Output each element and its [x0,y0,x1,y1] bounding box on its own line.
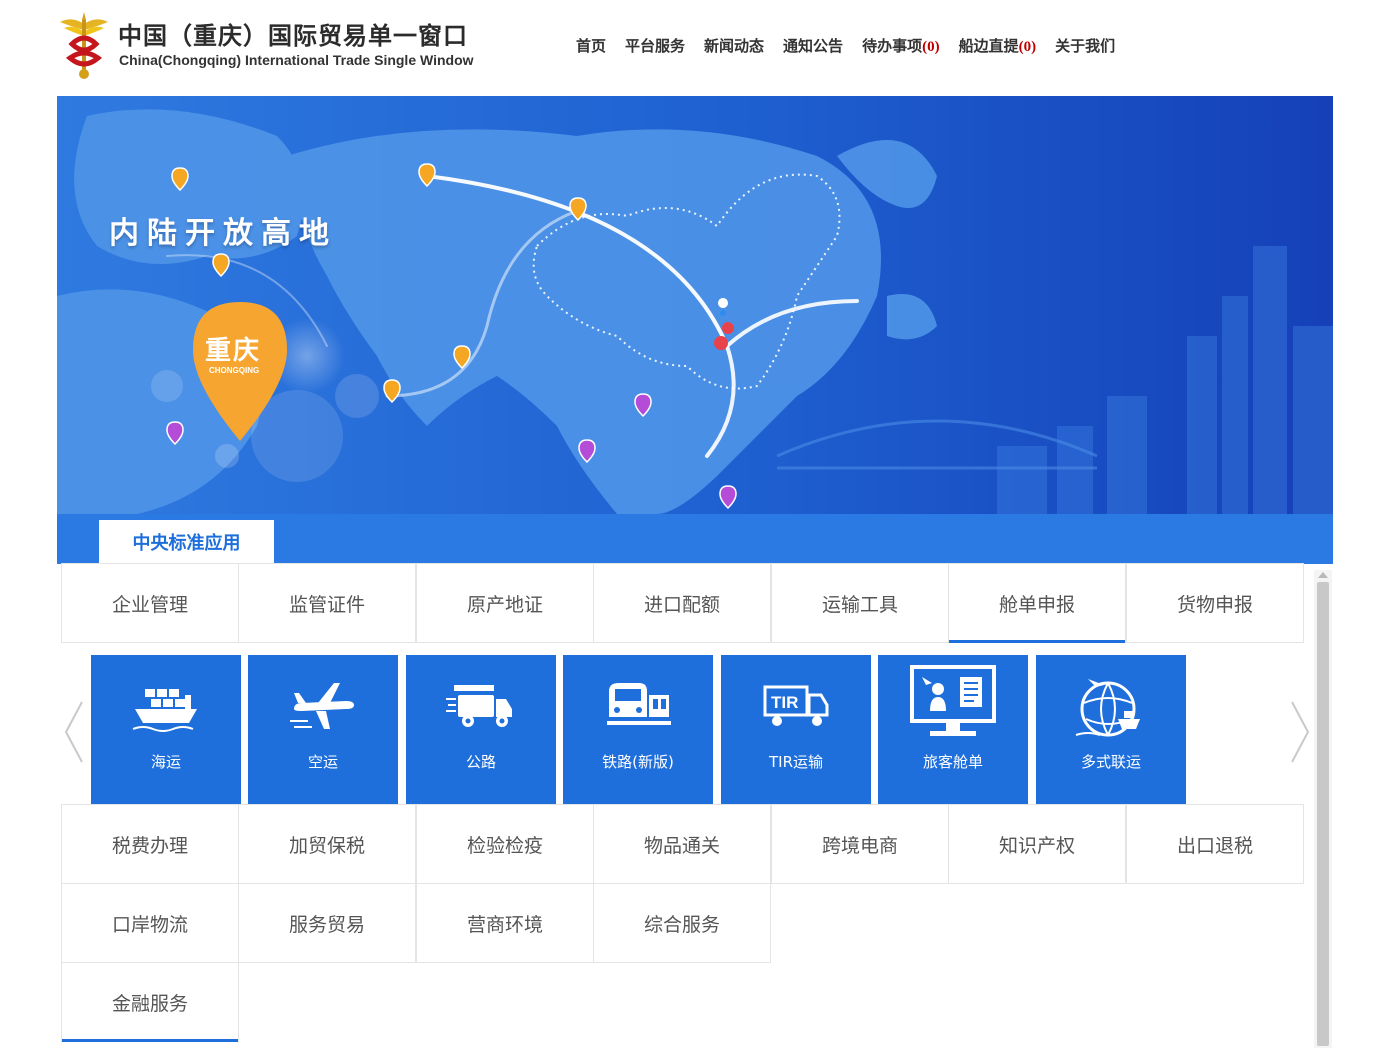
category-goods-clearance[interactable]: 物品通关 [593,804,771,884]
ship-icon [132,689,197,732]
category-enterprise-management[interactable]: 企业管理 [61,563,239,643]
nav-notices-label: 通知公告 [783,37,844,55]
tab-central-standard-apps-label: 中央标准应用 [132,533,241,554]
nav-news[interactable]: 新闻动态 [704,35,764,56]
category-inspection-quarantine[interactable]: 检验检疫 [416,804,594,884]
carousel-next-arrow[interactable] [1288,700,1312,764]
tile-multimodal-transport-label: 多式联运 [1080,753,1141,771]
tab-central-standard-apps[interactable]: 中央标准应用 [99,520,274,564]
tile-tir-transport-label: TIR运输 [768,753,823,771]
category-service-trade[interactable]: 服务贸易 [238,883,416,963]
airplane-icon [290,683,354,729]
section-tab-bar: 中央标准应用 [57,514,1333,564]
nav-todo-label: 待办事项 [862,37,923,55]
tile-passenger-manifest[interactable]: 旅客舱单 [878,655,1028,804]
world-map-illustration [57,96,1333,514]
nav-about-us-label: 关于我们 [1055,37,1116,55]
category-comprehensive-services[interactable]: 综合服务 [593,883,771,963]
tile-air-freight[interactable]: 空运 [248,655,398,804]
category-transport-vehicles[interactable]: 运输工具 [771,563,949,643]
scroll-up-arrow-icon[interactable] [1318,572,1328,578]
nav-home-label: 首页 [576,37,607,55]
site-title: 中国（重庆）国际贸易单一窗口 [118,22,468,50]
scrollbar-thumb[interactable] [1317,582,1329,1046]
nav-about-us[interactable]: 关于我们 [1055,35,1115,56]
nav-todo[interactable]: 待办事项(0) [862,35,940,56]
tir-truck-icon: TIR [763,685,829,726]
nav-platform-services[interactable]: 平台服务 [625,35,685,56]
tile-tir-transport[interactable]: TIR TIR运输 [721,655,871,804]
shipside-count-badge: (0) [1018,39,1037,55]
banner-slogan: 内陆开放高地 [109,216,337,251]
nav-home[interactable]: 首页 [576,35,606,56]
category-financial-services[interactable]: 金融服务 [61,962,239,1042]
category-tax-payment[interactable]: 税费办理 [61,804,239,884]
site-title-english: China(Chongqing) International Trade Sin… [119,52,474,68]
chongqing-label: 重庆 [205,336,262,366]
tile-road-freight[interactable]: 公路 [406,655,556,804]
chongqing-label-english: CHONGQING [209,366,260,375]
tile-rail-freight-new[interactable]: 铁路(新版) [563,655,713,804]
truck-icon [446,685,512,727]
todo-count-badge: (0) [922,39,940,55]
category-cross-border-ecommerce[interactable]: 跨境电商 [771,804,949,884]
category-business-environment[interactable]: 营商环境 [416,883,594,963]
nav-notices[interactable]: 通知公告 [783,35,843,56]
site-header: 中国（重庆）国际贸易单一窗口 China(Chongqing) Internat… [0,0,1400,96]
tir-icon-text: TIR [771,693,798,712]
scrollbar[interactable] [1314,570,1332,1048]
category-processing-trade-bonded[interactable]: 加贸保税 [238,804,416,884]
tile-sea-freight-label: 海运 [150,753,181,771]
tile-road-freight-label: 公路 [465,753,496,771]
chevron-left-icon [64,701,83,763]
tile-rail-freight-new-label: 铁路(新版) [602,753,674,771]
carousel-prev-arrow[interactable] [62,700,86,764]
tile-multimodal-transport[interactable]: 多式联运 [1036,655,1186,804]
category-port-logistics[interactable]: 口岸物流 [61,883,239,963]
nav-shipside-pickup-label: 船边直提 [958,37,1019,55]
customs-emblem-logo[interactable] [56,8,112,80]
category-import-quota[interactable]: 进口配额 [593,563,771,643]
tile-air-freight-label: 空运 [307,753,338,771]
category-goods-declaration[interactable]: 货物申报 [1126,563,1304,643]
category-certificate-of-origin[interactable]: 原产地证 [416,563,594,643]
tile-passenger-manifest-label: 旅客舱单 [922,753,983,771]
category-manifest-declaration[interactable]: 舱单申报 [948,563,1126,643]
category-intellectual-property[interactable]: 知识产权 [948,804,1126,884]
nav-platform-services-label: 平台服务 [625,37,686,55]
multimodal-globe-icon [1075,679,1140,737]
passenger-monitor-icon [910,665,996,736]
category-regulatory-certificates[interactable]: 监管证件 [238,563,416,643]
category-export-tax-rebate[interactable]: 出口退税 [1126,804,1304,884]
chevron-right-icon [1291,701,1310,763]
tile-sea-freight[interactable]: 海运 [91,655,241,804]
nav-news-label: 新闻动态 [704,37,765,55]
hero-banner[interactable]: 内陆开放高地 重庆 CHONGQING [57,96,1333,514]
nav-shipside-pickup[interactable]: 船边直提(0) [959,35,1037,56]
main-nav: 首页 平台服务 新闻动态 通知公告 待办事项(0) 船边直提(0) 关于我们 [576,35,1115,56]
train-icon [607,683,671,725]
